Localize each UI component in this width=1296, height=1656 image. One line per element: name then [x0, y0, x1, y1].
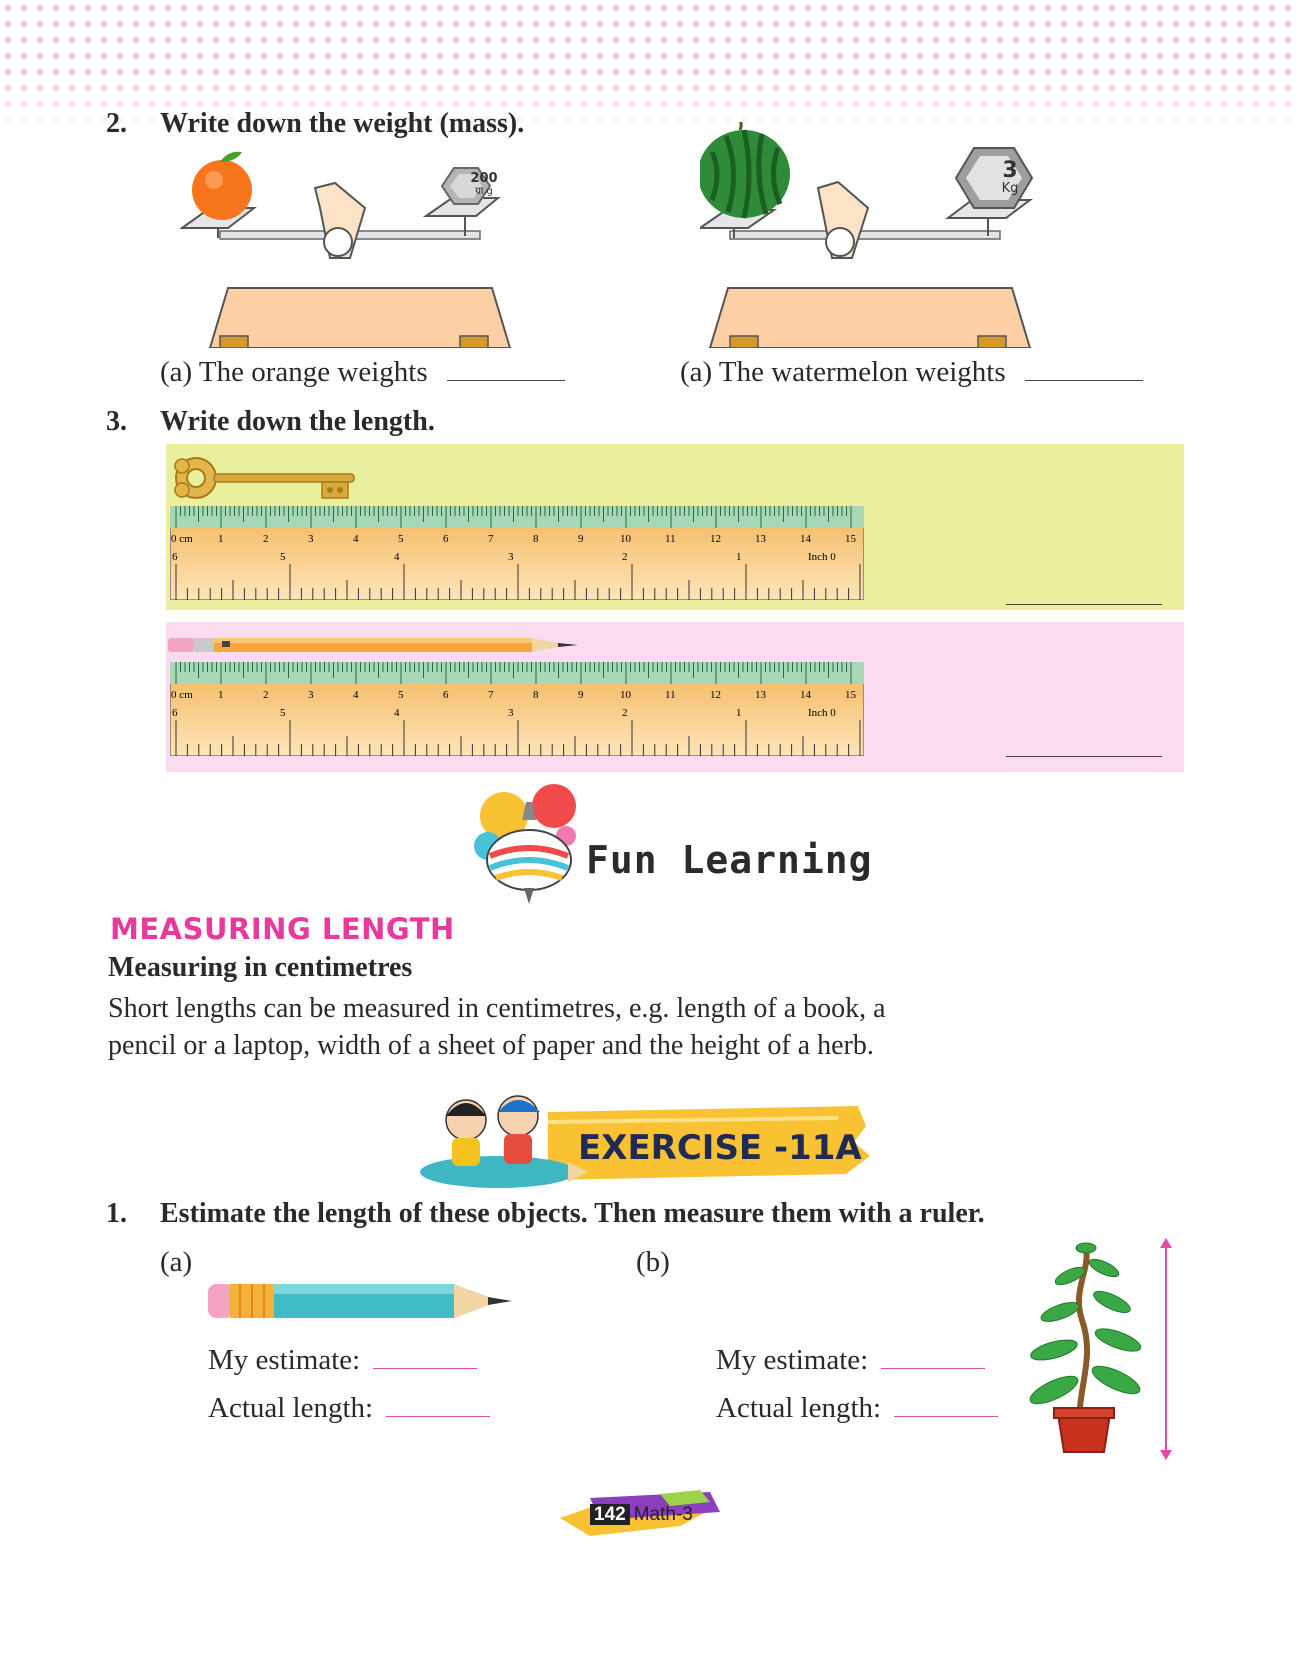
key-length-answer-blank[interactable]	[1006, 604, 1162, 605]
weight-3kg-label: 3 Kg	[1001, 158, 1019, 197]
orange-weight-answer-blank[interactable]	[446, 380, 565, 381]
exercise-title: EXERCISE -11A	[578, 1128, 862, 1168]
ruler-cm-tick-label: 8	[533, 533, 539, 545]
part-a-actual: Actual length:	[208, 1392, 491, 1425]
ruler-cm-label: 0 cm	[171, 689, 193, 701]
ruler-cm-tick-label: 15	[845, 533, 857, 545]
ruler-cm-tick-label: 14	[800, 689, 812, 701]
ruler-inch-tick-label: 6	[172, 551, 178, 563]
ruler-cm-label: 0 cm	[171, 533, 193, 545]
ruler-inch-label: Inch 0	[808, 707, 836, 719]
fun-learning-title: Fun Learning	[586, 838, 873, 882]
part-a-label: (a)	[160, 1246, 193, 1278]
ruler-cm-tick-label: 5	[398, 689, 404, 701]
ruler-inch-tick-label: 1	[736, 551, 742, 563]
question-3-text: Write down the length.	[160, 406, 435, 437]
ruler-cm-tick-label: 2	[263, 689, 269, 701]
ruler-inch-tick-label: 3	[508, 707, 514, 719]
ruler-cm-tick-label: 6	[443, 533, 449, 545]
ruler-inch-tick-label: 6	[172, 707, 178, 719]
part-b-actual: Actual length:	[716, 1392, 999, 1425]
ruler-cm-tick-label: 12	[710, 689, 721, 701]
pencil-length-answer-blank[interactable]	[1006, 756, 1162, 757]
exercise-question-1-text: Estimate the length of these objects. Th…	[160, 1198, 985, 1229]
orange-weight-question: (a) The orange weights	[160, 356, 565, 389]
key-length-answer	[1006, 592, 1162, 610]
watermelon-weight-question: (a) The watermelon weights	[680, 356, 1143, 389]
ruler-cm-tick-label: 1	[218, 533, 224, 545]
book-name: Math-3	[633, 1504, 693, 1525]
ruler-cm-tick-label: 13	[755, 689, 767, 701]
ruler-cm-tick-label: 11	[665, 689, 676, 701]
blue-pencil-image	[208, 1284, 512, 1318]
part-a-actual-blank[interactable]	[386, 1416, 491, 1417]
section-heading: MEASURING LENGTH	[110, 912, 455, 946]
ruler-cm-tick-label: 12	[710, 533, 721, 545]
ruler-cm-tick-label: 14	[800, 533, 812, 545]
exercise-question-1-number: 1.	[106, 1198, 127, 1229]
ruler-inch-tick-label: 5	[280, 551, 286, 563]
weight-200g-label: 200 ग्रा.g	[470, 171, 498, 197]
page-number: 142	[590, 1504, 630, 1525]
ruler-cm-tick-label: 9	[578, 689, 584, 701]
page-footer: 142 Math-3	[590, 1504, 693, 1526]
part-a-estimate: My estimate:	[208, 1344, 478, 1377]
height-arrow-icon	[1160, 1238, 1172, 1460]
watermelon-weight-answer-blank[interactable]	[1024, 380, 1143, 381]
ruler-cm-tick-label: 11	[665, 533, 676, 545]
ruler-cm-tick-label: 9	[578, 533, 584, 545]
ruler-cm-tick-label: 4	[353, 533, 359, 545]
ruler-cm-tick-label: 7	[488, 533, 494, 545]
question-2-text: Write down the weight (mass).	[160, 108, 525, 139]
ruler-cm-tick-label: 1	[218, 689, 224, 701]
ruler-cm-tick-label: 5	[398, 533, 404, 545]
ruler-cm-tick-label: 15	[845, 689, 857, 701]
ruler-cm-tick-label: 6	[443, 689, 449, 701]
ruler-cm-tick-label: 3	[308, 533, 314, 545]
balance-scale-watermelon-image	[700, 122, 1034, 348]
question-2-number: 2.	[106, 108, 127, 139]
potted-plant-image	[1029, 1242, 1142, 1453]
part-b-actual-blank[interactable]	[894, 1416, 999, 1417]
part-b-label: (b)	[636, 1246, 670, 1278]
ruler-cm-tick-label: 7	[488, 689, 494, 701]
ruler-1: 0 cm 1 2 3 4 5 6 7 8 9 10 11 12 13 14 15 6 5 4 3 2 1 Inch 0	[169, 505, 865, 605]
ruler-cm-tick-label: 3	[308, 689, 314, 701]
ruler-inch-tick-label: 5	[280, 707, 286, 719]
long-pencil-image	[168, 638, 578, 652]
ruler-cm-tick-label: 8	[533, 689, 539, 701]
question-3-number: 3.	[106, 406, 127, 437]
ruler-inch-tick-label: 2	[622, 551, 628, 563]
ruler-inch-tick-label: 1	[736, 707, 742, 719]
ruler-inch-tick-label: 4	[394, 551, 400, 563]
ruler-2-graphic: 0 cm 1 2 3 4 5 6 7 8 9 10 11 12 13 14 156 5 4 3 2 1 Inch 0	[169, 661, 865, 757]
part-a-estimate-blank[interactable]	[373, 1368, 478, 1369]
ruler-cm-tick-label: 2	[263, 533, 269, 545]
ruler-1-graphic: 0 cm 1 2 3 4 5 6 7 8 9 10 11 12 13 14 156 5 4 3 2 1 Inch 0	[169, 505, 865, 601]
spinning-top-logo	[474, 784, 576, 904]
part-b-estimate: My estimate:	[716, 1344, 986, 1377]
golden-key-image	[174, 457, 355, 499]
ruler-cm-tick-label: 10	[620, 689, 632, 701]
section-subheading: Measuring in centimetres	[108, 952, 413, 983]
ruler-inch-label: Inch 0	[808, 551, 836, 563]
ruler-2: 0 cm 1 2 3 4 5 6 7 8 9 10 11 12 13 14 15 6 5 4 3 2 1 Inch 0	[169, 661, 865, 761]
section-body-line-2: pencil or a laptop, width of a sheet of …	[108, 1030, 874, 1061]
ruler-inch-tick-label: 4	[394, 707, 400, 719]
section-body-line-1: Short lengths can be measured in centime…	[108, 993, 886, 1024]
ruler-cm-tick-label: 10	[620, 533, 632, 545]
part-b-estimate-blank[interactable]	[881, 1368, 986, 1369]
ruler-cm-tick-label: 13	[755, 533, 767, 545]
ruler-inch-tick-label: 2	[622, 707, 628, 719]
pencil-length-answer	[1006, 744, 1162, 762]
ruler-inch-tick-label: 3	[508, 551, 514, 563]
ruler-cm-tick-label: 4	[353, 689, 359, 701]
